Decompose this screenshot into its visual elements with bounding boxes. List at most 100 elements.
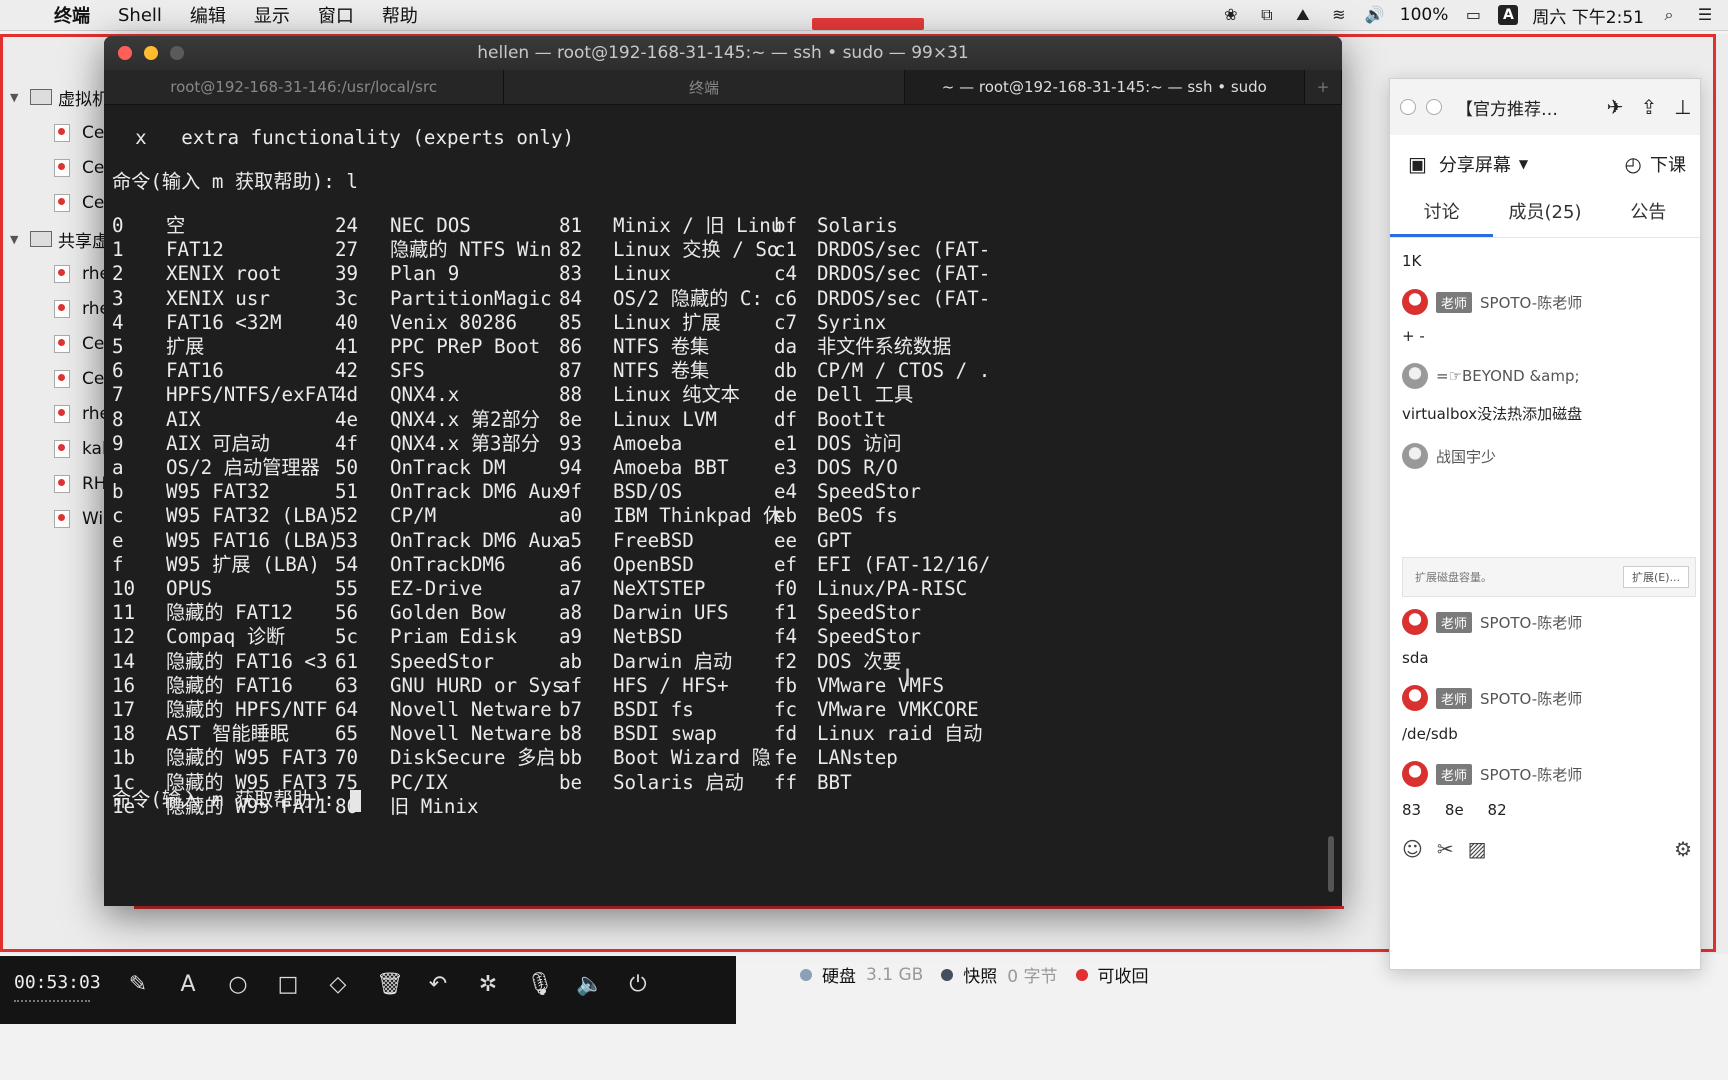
zoom-button[interactable] [170, 46, 184, 60]
input-method-icon[interactable]: A [1498, 5, 1519, 25]
type-code: 93 [559, 431, 583, 455]
type-code: 8e [559, 407, 583, 431]
terminal-window[interactable]: hellen — root@192-168-31-145:~ — ssh • s… [104, 36, 1342, 906]
tab-ssh-sudo[interactable]: ~ — root@192-168-31-145:~ — ssh • sudo [904, 70, 1305, 104]
vm-storage-status: 硬盘 3.1 GB 快照 0 字节 可收回 [800, 962, 1149, 987]
share-screen-button[interactable]: 分享屏幕 [1439, 151, 1511, 177]
type-name: GNU HURD or Sys [390, 673, 564, 697]
terminal-output[interactable]: x extra functionality (experts only) 命令(… [112, 104, 1312, 906]
vm-icon [54, 475, 70, 493]
tab-terminal[interactable]: 终端 [504, 70, 905, 104]
vm-item[interactable]: kal [0, 432, 107, 466]
type-code: 12 [112, 625, 136, 649]
scrollbar[interactable] [1328, 836, 1334, 892]
pen-icon[interactable]: ✎ [126, 972, 150, 997]
tab-announcements[interactable]: 公告 [1597, 191, 1700, 237]
tab-members[interactable]: 成员(25) [1493, 191, 1596, 237]
vm-item[interactable]: Ce [0, 327, 104, 361]
vm-item[interactable]: Ce [0, 151, 104, 185]
new-tab-button[interactable]: + [1305, 70, 1342, 104]
type-name: FAT12 [166, 238, 224, 262]
vm-item[interactable]: Ce [0, 186, 104, 220]
close-button[interactable] [118, 46, 132, 60]
menubar-clock[interactable]: 周六 下午2:51 [1532, 3, 1644, 28]
type-code: 0 [112, 214, 124, 237]
vm-item[interactable]: Ce [0, 362, 104, 396]
window-dot-icon[interactable] [1426, 99, 1442, 115]
group-shared[interactable]: ▼ 共享虚 [0, 222, 109, 256]
vm-item[interactable]: rhe [0, 292, 110, 326]
rectangle-tool-icon[interactable]: □ [276, 972, 300, 997]
type-code: 6 [112, 359, 124, 383]
vm-item[interactable]: Ce [0, 116, 104, 150]
screen-share-icon[interactable]: ⧉ [1256, 6, 1278, 24]
undo-icon[interactable]: ↶ [426, 972, 450, 997]
quoted-text: 扩展磁盘容量。 [1415, 571, 1492, 584]
circle-tool-icon[interactable]: ○ [226, 972, 250, 997]
type-code: 11 [112, 601, 136, 625]
vm-item[interactable]: rhe [0, 397, 110, 431]
type-code: da [774, 335, 798, 358]
type-name: EFI (FAT-12/16/ [817, 552, 991, 576]
chevron-down-icon[interactable]: ▼ [1519, 157, 1528, 171]
type-name: W95 扩展 (LBA) [166, 552, 320, 576]
pointer-tool-icon[interactable]: ✲ [476, 972, 500, 997]
text-tool-icon[interactable]: A [176, 972, 200, 997]
menu-terminal[interactable]: 终端 [40, 2, 104, 28]
scissors-icon[interactable]: ✂ [1437, 837, 1454, 861]
speaker-icon[interactable]: 🔈 [576, 972, 603, 997]
tab-src[interactable]: root@192-168-31-146:/usr/local/src [104, 70, 505, 104]
disclosure-triangle-icon[interactable]: ▼ [10, 91, 26, 104]
app-status-icon[interactable]: ❀ [1220, 6, 1242, 24]
group-vms[interactable]: ▼ 虚拟机 [0, 80, 109, 114]
terminal-titlebar[interactable]: hellen — root@192-168-31-145:~ — ssh • s… [104, 36, 1342, 70]
vm-item[interactable]: RH [0, 467, 107, 501]
type-name: Venix 80286 [390, 310, 518, 334]
share-out-icon[interactable]: ⇪ [1632, 95, 1666, 119]
battery-icon[interactable]: ▭ [1462, 6, 1484, 24]
type-code: ee [774, 528, 798, 552]
network-icon[interactable]: ⛰ [1292, 6, 1314, 24]
type-name: Minix / 旧 Linu [613, 214, 783, 237]
search-icon[interactable]: ⌕ [1658, 6, 1680, 24]
quoted-button: 扩展(E)... [1622, 566, 1689, 588]
tab-discussion[interactable]: 讨论 [1390, 191, 1494, 237]
menu-window[interactable]: 窗口 [304, 2, 368, 28]
reclaim-label: 可收回 [1097, 967, 1149, 987]
vm-item-label: Ce [82, 193, 105, 213]
type-code: b7 [559, 698, 583, 721]
vm-item[interactable]: rhe [0, 257, 110, 291]
type-code: 70 [335, 746, 359, 770]
type-code: e4 [774, 480, 798, 504]
eraser-icon[interactable]: ◇ [326, 972, 350, 997]
emoji-icon[interactable]: ☺ [1402, 837, 1423, 861]
volume-icon[interactable]: 🔊 [1364, 6, 1386, 24]
prompt-text: 命令(输入 m 获取帮助): [112, 170, 347, 193]
send-plane-icon[interactable]: ✈ [1598, 95, 1632, 119]
notification-center-icon[interactable]: ☰ [1694, 6, 1716, 24]
type-name: VMware VMFS [817, 673, 945, 697]
vm-item[interactable]: Wi [0, 502, 103, 536]
type-code: 7 [112, 383, 124, 407]
power-icon[interactable]: ⏻ [626, 972, 650, 997]
menu-shell[interactable]: Shell [104, 5, 176, 26]
window-dot-icon[interactable] [1400, 99, 1416, 115]
minimize-button[interactable] [144, 46, 158, 60]
disclosure-triangle-icon[interactable]: ▼ [10, 233, 26, 246]
image-icon[interactable]: ▨ [1468, 837, 1487, 861]
menu-edit[interactable]: 编辑 [176, 2, 240, 28]
gear-icon[interactable]: ⚙ [1674, 837, 1692, 861]
menu-help[interactable]: 帮助 [368, 2, 432, 28]
chat-message-text: + - [1402, 327, 1425, 345]
menu-view[interactable]: 显示 [240, 2, 304, 28]
end-class-button[interactable]: 下课 [1650, 151, 1686, 177]
type-code: 40 [335, 310, 359, 334]
type-code: 65 [335, 722, 359, 746]
trash-icon[interactable]: 🗑 [376, 972, 404, 997]
prompt-line[interactable]: 命令(输入 m 获取帮助): [112, 788, 362, 812]
avatar [1402, 609, 1428, 635]
wifi-icon[interactable]: ≋ [1328, 6, 1350, 24]
battery-percent: 100% [1399, 5, 1449, 25]
microphone-icon[interactable]: 🎙 [526, 972, 554, 997]
pin-icon[interactable]: ⊥ [1666, 95, 1700, 119]
